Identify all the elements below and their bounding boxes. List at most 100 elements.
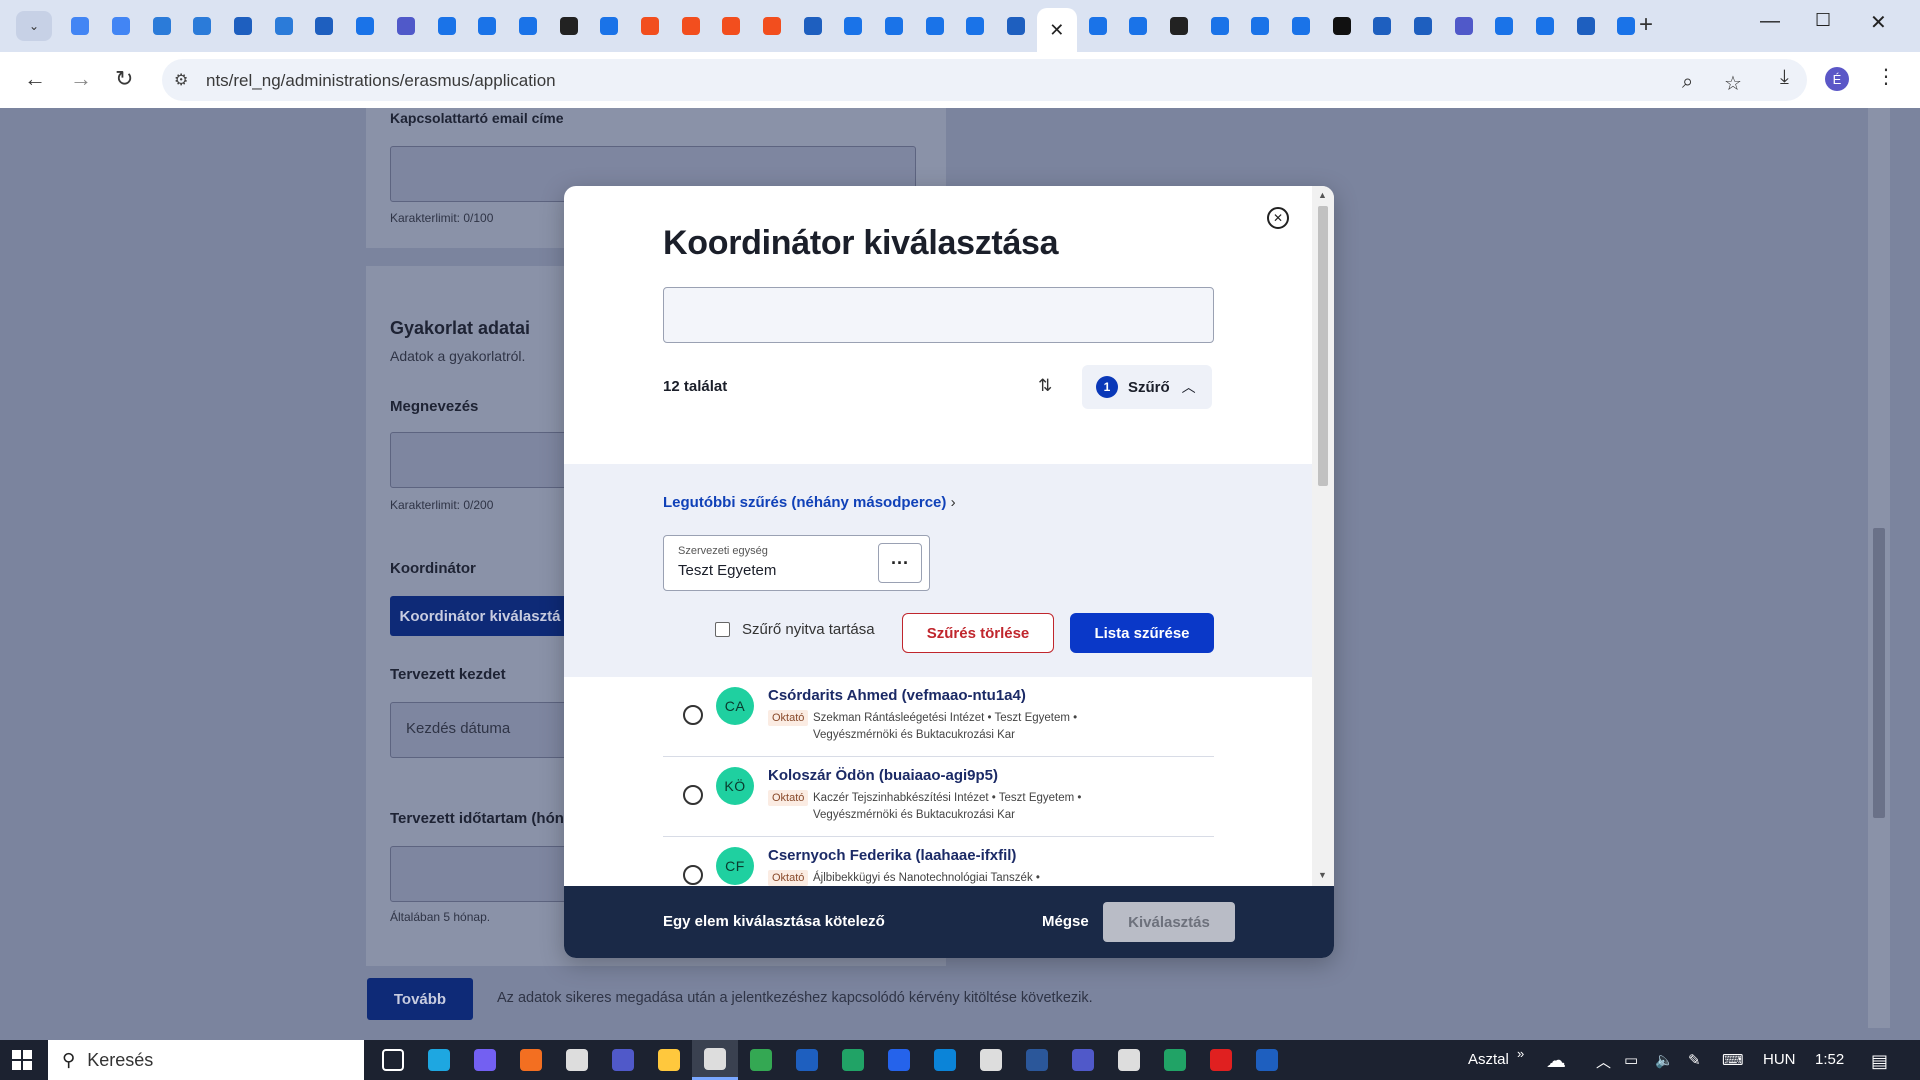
active-tab[interactable]: ✕ — [1036, 8, 1078, 52]
list-item[interactable]: CA Csórdarits Ahmed (vefmaao-ntu1a4) Okt… — [663, 677, 1214, 757]
address-bar[interactable]: ⚙ nts/rel_ng/administrations/erasmus/app… — [162, 59, 1807, 101]
browser-tab[interactable] — [1077, 8, 1118, 44]
next-button[interactable]: Tovább — [367, 978, 473, 1020]
coordinator-search-input[interactable] — [663, 287, 1214, 343]
dialog-scrollbar[interactable]: ▲ ▼ — [1312, 186, 1334, 886]
browser-tab[interactable] — [874, 8, 915, 44]
taskbar-app-icon[interactable] — [508, 1040, 554, 1080]
browser-tab[interactable] — [1525, 8, 1566, 44]
page-scrollbar[interactable] — [1868, 108, 1890, 1028]
cancel-button[interactable]: Mégse — [1042, 913, 1089, 930]
sort-icon[interactable]: ⇅ — [1038, 376, 1052, 396]
taskbar-app-icon[interactable] — [1198, 1040, 1244, 1080]
recent-filter-link[interactable]: Legutóbbi szűrés (néhány másodperce) › — [663, 494, 956, 511]
browser-tab[interactable] — [1118, 8, 1159, 44]
minimize-icon[interactable]: — — [1760, 10, 1780, 33]
windows-start-icon[interactable] — [12, 1050, 32, 1070]
taskbar-app-icon[interactable] — [1152, 1040, 1198, 1080]
browser-tab[interactable] — [1362, 8, 1403, 44]
browser-tab[interactable] — [1199, 8, 1240, 44]
browser-tab[interactable] — [1565, 8, 1606, 44]
back-icon[interactable]: ← — [24, 66, 46, 92]
select-radio[interactable] — [683, 785, 703, 805]
clear-filter-button[interactable]: Szűrés törlése — [902, 613, 1054, 653]
browser-tab[interactable] — [589, 8, 630, 44]
taskbar-app-icon[interactable] — [646, 1040, 692, 1080]
taskbar-search[interactable]: ⚲ Keresés — [48, 1040, 364, 1080]
taskbar-app-icon[interactable] — [600, 1040, 646, 1080]
desktop-label[interactable]: Asztal — [1468, 1051, 1509, 1068]
new-tab-button[interactable]: + — [1639, 11, 1653, 39]
browser-tab[interactable] — [1159, 8, 1200, 44]
browser-tab[interactable] — [263, 8, 304, 44]
scroll-down-icon[interactable]: ▼ — [1318, 870, 1327, 880]
taskbar-app-icon[interactable] — [1244, 1040, 1290, 1080]
keyboard-icon[interactable]: ⌨ — [1722, 1051, 1744, 1069]
taskbar-app-icon[interactable] — [968, 1040, 1014, 1080]
browser-tab[interactable] — [1403, 8, 1444, 44]
zoom-icon[interactable]: ⌕ — [1682, 71, 1693, 94]
select-radio[interactable] — [683, 865, 703, 885]
maximize-icon[interactable]: ☐ — [1815, 10, 1831, 31]
checkbox-box[interactable] — [715, 622, 730, 637]
browser-tab[interactable] — [386, 8, 427, 44]
download-icon[interactable]: ⤓ — [1780, 66, 1789, 89]
scroll-up-icon[interactable]: ▲ — [1318, 190, 1327, 200]
org-unit-field[interactable]: Szervezeti egység Teszt Egyetem ··· — [663, 535, 930, 591]
browser-tab[interactable] — [1281, 8, 1322, 44]
browser-menu-icon[interactable]: ⋮ — [1876, 64, 1896, 89]
taskbar-app-icon[interactable] — [738, 1040, 784, 1080]
taskbar-app-icon[interactable] — [784, 1040, 830, 1080]
browser-tab[interactable] — [1240, 8, 1281, 44]
close-dialog-icon[interactable]: ✕ — [1267, 207, 1289, 229]
taskbar-app-icon[interactable] — [876, 1040, 922, 1080]
language-indicator[interactable]: HUN — [1763, 1051, 1796, 1068]
more-options-icon[interactable]: ··· — [878, 543, 922, 583]
browser-tab[interactable] — [630, 8, 671, 44]
close-tab-icon[interactable]: ✕ — [1049, 20, 1064, 41]
apply-filter-button[interactable]: Lista szűrése — [1070, 613, 1214, 653]
list-item[interactable]: KÖ Koloszár Ödön (buaiaao-agi9p5) Oktató… — [663, 757, 1214, 837]
browser-tab[interactable] — [711, 8, 752, 44]
browser-tab[interactable] — [833, 8, 874, 44]
browser-tab[interactable] — [467, 8, 508, 44]
taskbar-app-icon[interactable] — [1014, 1040, 1060, 1080]
browser-tab[interactable] — [955, 8, 996, 44]
select-button[interactable]: Kiválasztás — [1103, 902, 1235, 942]
coordinator-select-button[interactable]: Koordinátor kiválasztá — [390, 596, 570, 636]
browser-tab[interactable] — [141, 8, 182, 44]
browser-tab[interactable] — [1321, 8, 1362, 44]
keep-filter-open-checkbox[interactable]: Szűrő nyitva tartása — [715, 621, 875, 638]
select-radio[interactable] — [683, 705, 703, 725]
bookmark-star-icon[interactable]: ☆ — [1724, 71, 1742, 96]
pen-icon[interactable]: ✎ — [1688, 1051, 1701, 1069]
profile-avatar[interactable]: É — [1825, 67, 1849, 91]
volume-icon[interactable]: 🔈 — [1655, 1051, 1674, 1069]
browser-tab[interactable] — [996, 8, 1037, 44]
browser-tab[interactable] — [914, 8, 955, 44]
browser-tab[interactable] — [304, 8, 345, 44]
taskbar-app-icon[interactable] — [1106, 1040, 1152, 1080]
taskbar-app-icon[interactable] — [830, 1040, 876, 1080]
reload-icon[interactable]: ↻ — [115, 66, 133, 92]
browser-tab[interactable] — [752, 8, 793, 44]
browser-tab[interactable] — [670, 8, 711, 44]
duration-input[interactable] — [390, 846, 590, 902]
clock[interactable]: 1:52 — [1815, 1051, 1844, 1068]
browser-tab[interactable] — [548, 8, 589, 44]
browser-tab[interactable] — [60, 8, 101, 44]
browser-tab[interactable] — [345, 8, 386, 44]
forward-icon[interactable]: → — [70, 66, 92, 92]
browser-tab[interactable] — [792, 8, 833, 44]
tab-search-button[interactable]: ⌄ — [16, 11, 52, 41]
browser-tab[interactable] — [508, 8, 549, 44]
browser-tab[interactable] — [1443, 8, 1484, 44]
browser-tab[interactable] — [182, 8, 223, 44]
dialog-scrollbar-thumb[interactable] — [1318, 206, 1328, 486]
browser-tab[interactable] — [426, 8, 467, 44]
show-hidden-icons-icon[interactable]: ︿ — [1596, 1051, 1611, 1072]
taskbar-app-icon[interactable] — [692, 1040, 738, 1080]
page-scrollbar-thumb[interactable] — [1873, 528, 1885, 818]
taskbar-app-icon[interactable] — [1060, 1040, 1106, 1080]
browser-tab[interactable] — [101, 8, 142, 44]
